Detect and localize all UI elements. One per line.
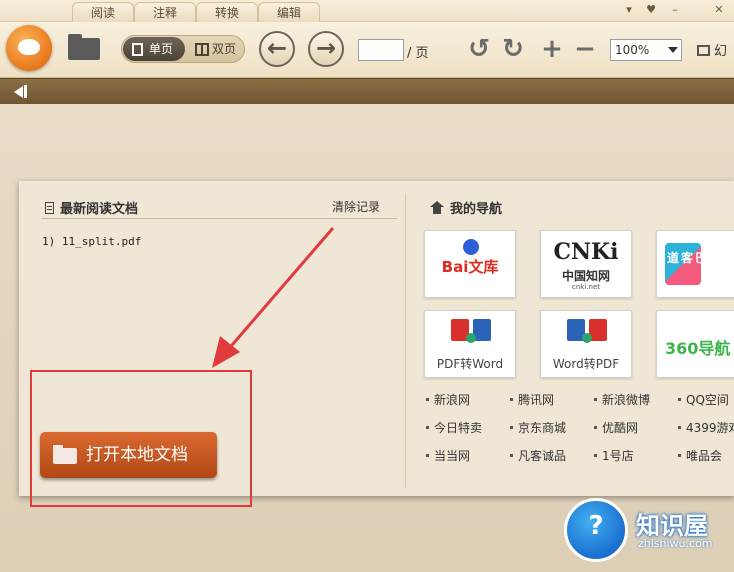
watermark-logo-icon: ? <box>564 498 628 562</box>
annotation-highlight-box <box>30 370 252 507</box>
watermark-subtitle: zhishiwu.com <box>638 537 713 550</box>
watermark-title: 知识屋 <box>636 512 708 540</box>
watermark: ? 知识屋 zhishiwu.com <box>562 494 734 572</box>
